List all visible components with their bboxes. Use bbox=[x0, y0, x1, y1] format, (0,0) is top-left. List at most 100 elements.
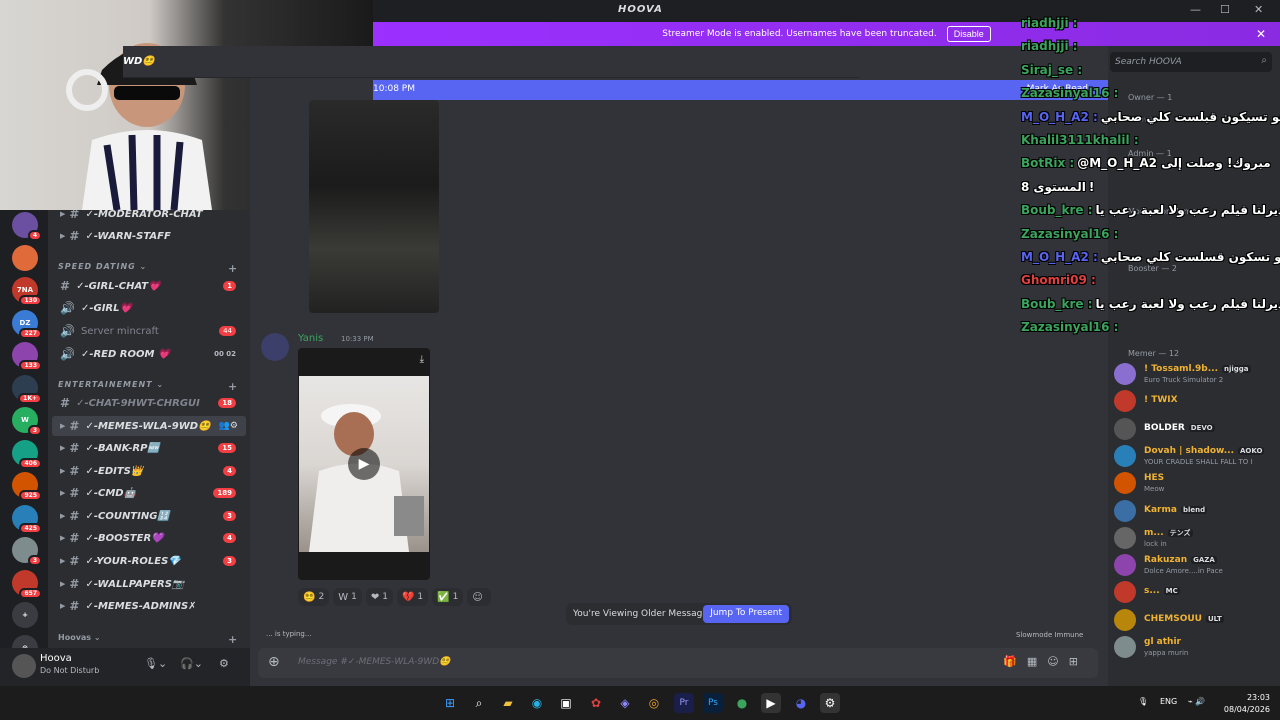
server-icon[interactable]: 3 bbox=[12, 537, 42, 566]
play-icon[interactable]: ▶ bbox=[348, 448, 380, 480]
channel-settings-icon[interactable]: 👥⚙ bbox=[219, 421, 238, 431]
member-item[interactable]: Karma blend bbox=[1114, 499, 1274, 523]
channel-your-roles[interactable]: ▶ # ✓-YOUR-ROLES💎 3 bbox=[52, 551, 246, 571]
unread-badge: 1 bbox=[223, 281, 236, 291]
channel-edits[interactable]: ▶ # ✓-EDITS👑 4 bbox=[52, 461, 246, 481]
discord-icon[interactable]: ◕ bbox=[791, 693, 811, 713]
server-icon[interactable]: 1K+ bbox=[12, 374, 42, 404]
server-icon[interactable]: + bbox=[12, 602, 38, 628]
composer-tools-icon[interactable]: 🎁▦☺⊞ bbox=[1003, 655, 1088, 668]
microphone-icon[interactable]: 🎙⌄ bbox=[144, 657, 167, 670]
channel-memes-admins[interactable]: ▶ # ✓-MEMES-ADMINS✗ bbox=[52, 596, 246, 616]
minimize-button[interactable]: — bbox=[1190, 3, 1201, 16]
add-attachment-icon[interactable]: ⊕ bbox=[268, 654, 280, 670]
add-channel-icon[interactable]: + bbox=[228, 633, 237, 646]
category-hoovas[interactable]: Hoovas ⌄ + bbox=[58, 633, 237, 646]
language-indicator[interactable]: ENG bbox=[1160, 697, 1177, 706]
member-item[interactable]: m... テンズ lock in bbox=[1114, 526, 1274, 550]
unread-badge: 44 bbox=[219, 326, 236, 336]
server-icon[interactable]: 4 bbox=[12, 212, 42, 241]
server-icon[interactable]: 7NA 130 bbox=[12, 277, 42, 306]
folder-icon[interactable]: ▰ bbox=[498, 693, 518, 713]
disable-streamer-mode-button[interactable]: Disable bbox=[946, 26, 991, 42]
store-icon[interactable]: ▣ bbox=[556, 693, 576, 713]
server-icon[interactable]: 425 bbox=[12, 504, 42, 534]
server-icon[interactable]: DZ 227 bbox=[12, 309, 42, 339]
channel-wallpapers[interactable]: ▶ # ✓-WALLPAPERS📷 bbox=[52, 574, 246, 594]
network-icon[interactable]: ⌁ 🔊 bbox=[1188, 697, 1205, 706]
message-timestamp: 10:33 PM bbox=[341, 335, 374, 343]
new-messages-bar[interactable]: 10:08 PM Mark As Read bbox=[373, 80, 1108, 100]
reaction-chip[interactable]: ❤ 1 bbox=[365, 588, 393, 606]
reaction-chip[interactable]: ✅ 1 bbox=[432, 588, 464, 606]
channel-bank-rp[interactable]: ▶ # ✓-BANK-RP🆕 15 bbox=[52, 438, 246, 458]
streamlabs-icon[interactable]: ▶ bbox=[761, 693, 781, 713]
channel-girl-voice[interactable]: 🔊 ✓-GIRL💗 bbox=[52, 298, 246, 318]
message-composer[interactable]: ⊕ Message #✓-MEMES-WLA-9WD😵‍💫 🎁▦☺⊞ bbox=[258, 648, 1098, 678]
microphone-icon[interactable]: 🎙 bbox=[1138, 697, 1148, 706]
channel-cmd[interactable]: ▶ # ✓-CMD🤖 189 bbox=[52, 483, 246, 503]
close-icon[interactable]: ✕ bbox=[1256, 27, 1266, 41]
mention-badge: 406 bbox=[19, 457, 42, 469]
member-item[interactable]: Dovah | shadow... AOKO YOUR CRADLE SHALL F… bbox=[1114, 444, 1274, 468]
channel-red-room[interactable]: 🔊 ✓-RED ROOM 💗 00 02 bbox=[52, 344, 246, 364]
add-channel-icon[interactable]: + bbox=[228, 262, 238, 275]
jump-to-present-button[interactable]: Jump To Present bbox=[703, 605, 789, 623]
premiere-icon[interactable]: Pr bbox=[674, 693, 694, 713]
member-item[interactable]: HES Meow bbox=[1114, 471, 1274, 495]
member-item[interactable]: ! Tossaml.9b... njigga Euro Truck Simulato… bbox=[1114, 362, 1274, 386]
add-channel-icon[interactable]: + bbox=[228, 380, 238, 393]
video-attachment-2[interactable]: ⤓ ▶ bbox=[298, 348, 430, 580]
category-speed-dating[interactable]: SPEED DATING ⌄ + bbox=[58, 262, 237, 275]
category-entertainement[interactable]: ENTERTAINEMENT ⌄ + bbox=[58, 380, 237, 393]
chevron-right-icon: ▶ bbox=[60, 557, 66, 565]
gear-icon[interactable]: ⚙ bbox=[219, 657, 229, 670]
channel-label: ✓-BOOSTER💜 bbox=[85, 532, 164, 544]
app-icon[interactable]: ● bbox=[732, 693, 752, 713]
message-author[interactable]: Yanis bbox=[298, 333, 323, 344]
overlay-message: هو تسكون قسلست كلي صحابي bbox=[1100, 250, 1280, 264]
server-icon[interactable]: W3 bbox=[12, 407, 42, 436]
reaction-chip[interactable]: ☺ bbox=[467, 588, 491, 606]
photoshop-icon[interactable]: Ps bbox=[703, 693, 723, 713]
search-icon[interactable]: ⌕ bbox=[469, 693, 489, 713]
member-item[interactable]: s... MC bbox=[1114, 580, 1274, 604]
member-item[interactable]: CHEMSOUU ULT bbox=[1114, 608, 1274, 632]
channel-warn-staff[interactable]: ▶ # ✓-WARN-STAFF bbox=[52, 226, 246, 246]
member-item[interactable]: Rakuzan GAZA Dolce Amore....in Pace bbox=[1114, 553, 1274, 577]
member-item[interactable]: gl athir yappa murin bbox=[1114, 635, 1274, 659]
member-item[interactable]: ! TWIX bbox=[1114, 389, 1274, 413]
download-icon[interactable]: ⤓ bbox=[420, 354, 424, 365]
reaction-chip[interactable]: 💔 1 bbox=[396, 588, 429, 606]
channel-chat-9hwt[interactable]: # ✓-CHAT-9HWT-CHRGUI 18 bbox=[52, 393, 246, 413]
search-input[interactable]: Search HOOVA ⌕ bbox=[1110, 52, 1272, 72]
headphones-icon[interactable]: 🎧⌄ bbox=[180, 657, 203, 670]
server-icon[interactable]: 925 bbox=[12, 472, 42, 501]
windows-start-icon[interactable]: ⊞ bbox=[440, 693, 460, 713]
channel-moderator-chat[interactable]: ▶ # ✓-MODERATOR-CHAT bbox=[52, 210, 246, 224]
app-icon[interactable]: ◈ bbox=[615, 693, 635, 713]
clock[interactable]: 23:03 08/04/2026 bbox=[1224, 692, 1270, 716]
member-item[interactable]: BOLDER DEVO bbox=[1114, 417, 1274, 441]
app-icon[interactable]: ✿ bbox=[586, 693, 606, 713]
channel-memes-wla-9wd[interactable]: ▶ # ✓-MEMES-WLA-9WD😵‍💫 👥⚙ bbox=[52, 416, 246, 436]
video-attachment-1[interactable] bbox=[309, 100, 439, 313]
close-window-button[interactable]: ✕ bbox=[1254, 3, 1263, 16]
channel-counting[interactable]: ▶ # ✓-COUNTING🔢 3 bbox=[52, 506, 246, 526]
reaction-chip[interactable]: 😵‍💫 2 bbox=[298, 588, 330, 606]
server-icon[interactable]: 406 bbox=[12, 439, 42, 469]
channel-server-mincraft[interactable]: 🔊 Server mincraft 44 bbox=[52, 321, 246, 341]
steam-icon[interactable]: ⚙ bbox=[820, 693, 840, 713]
reaction-chip[interactable]: W1 bbox=[333, 588, 362, 606]
channel-girl-chat[interactable]: # ✓-GIRL-CHAT💗 1 bbox=[52, 276, 246, 296]
avatar[interactable] bbox=[261, 333, 289, 361]
chrome-icon[interactable]: ◎ bbox=[644, 693, 664, 713]
edge-icon[interactable]: ◉ bbox=[527, 693, 547, 713]
channel-label: ✓-MODERATOR-CHAT bbox=[85, 210, 203, 220]
server-icon[interactable]: 657 bbox=[12, 569, 42, 599]
maximize-button[interactable]: ☐ bbox=[1220, 3, 1230, 16]
channel-booster[interactable]: ▶ # ✓-BOOSTER💜 4 bbox=[52, 528, 246, 548]
server-icon[interactable] bbox=[12, 244, 38, 271]
avatar[interactable] bbox=[12, 654, 36, 678]
server-icon[interactable]: 133 bbox=[12, 342, 42, 371]
